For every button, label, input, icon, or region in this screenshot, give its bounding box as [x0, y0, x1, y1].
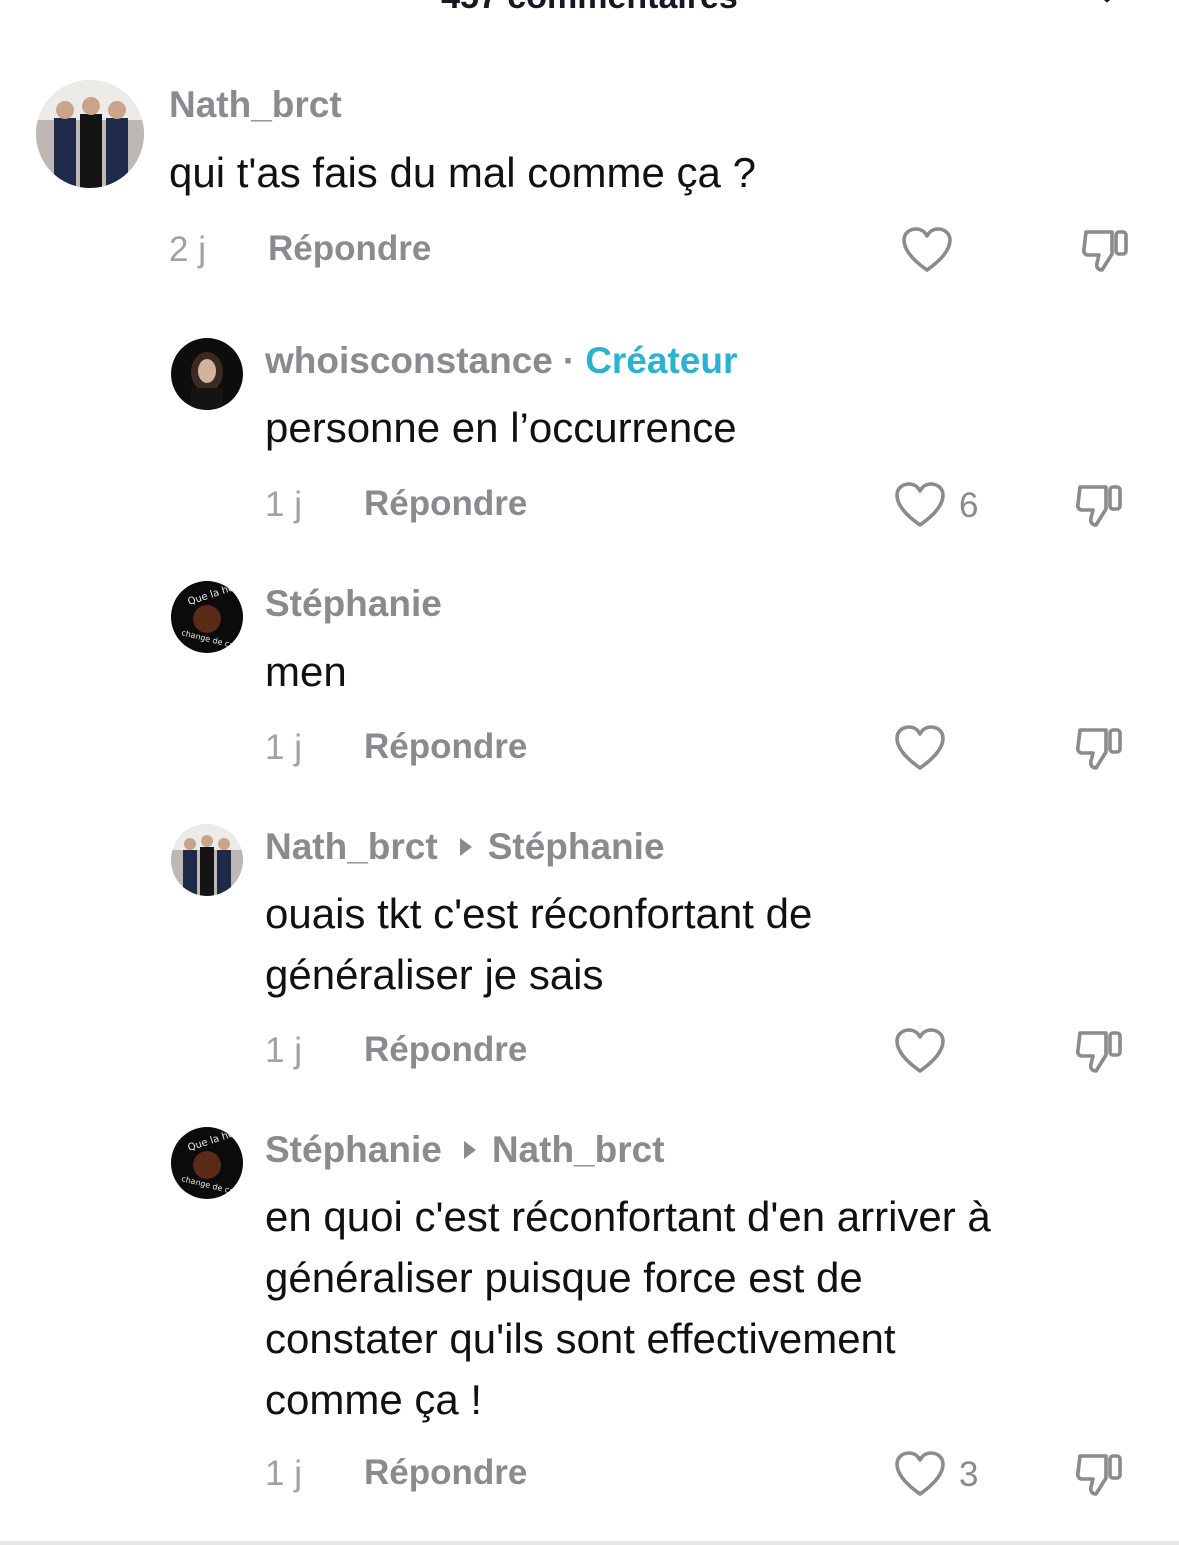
heart-outline-icon[interactable] [894, 1450, 946, 1498]
thumbs-down-icon[interactable] [1074, 1448, 1126, 1500]
comment-text-line: en quoi c'est réconfortant d'en arriver … [265, 1193, 991, 1240]
reply-to-caret-icon [463, 1141, 476, 1159]
bottom-divider [0, 1541, 1179, 1545]
reply-button[interactable]: Répondre [364, 1453, 527, 1493]
comment-text-line: constater qu'ils sont effectivement [265, 1315, 896, 1362]
comment-author[interactable]: Stéphanie Nath_brct [265, 1129, 665, 1171]
comment-item: Que la honte change de camp Stéphanie Na… [0, 0, 1179, 1530]
like-count: 3 [959, 1455, 979, 1494]
comment-text-line: comme ça ! [265, 1376, 483, 1423]
reply-to-user[interactable]: Nath_brct [492, 1129, 665, 1171]
comment-time: 1 j [265, 1454, 302, 1493]
comments-panel: 457 commentaires Nath_brct qui t'as fais… [0, 0, 1179, 1545]
comment-text-line: généraliser puisque force est de [265, 1254, 863, 1301]
comment-text: en quoi c'est réconfortant d'en arriver … [265, 1186, 991, 1430]
avatar[interactable]: Que la honte change de camp [171, 1127, 243, 1199]
